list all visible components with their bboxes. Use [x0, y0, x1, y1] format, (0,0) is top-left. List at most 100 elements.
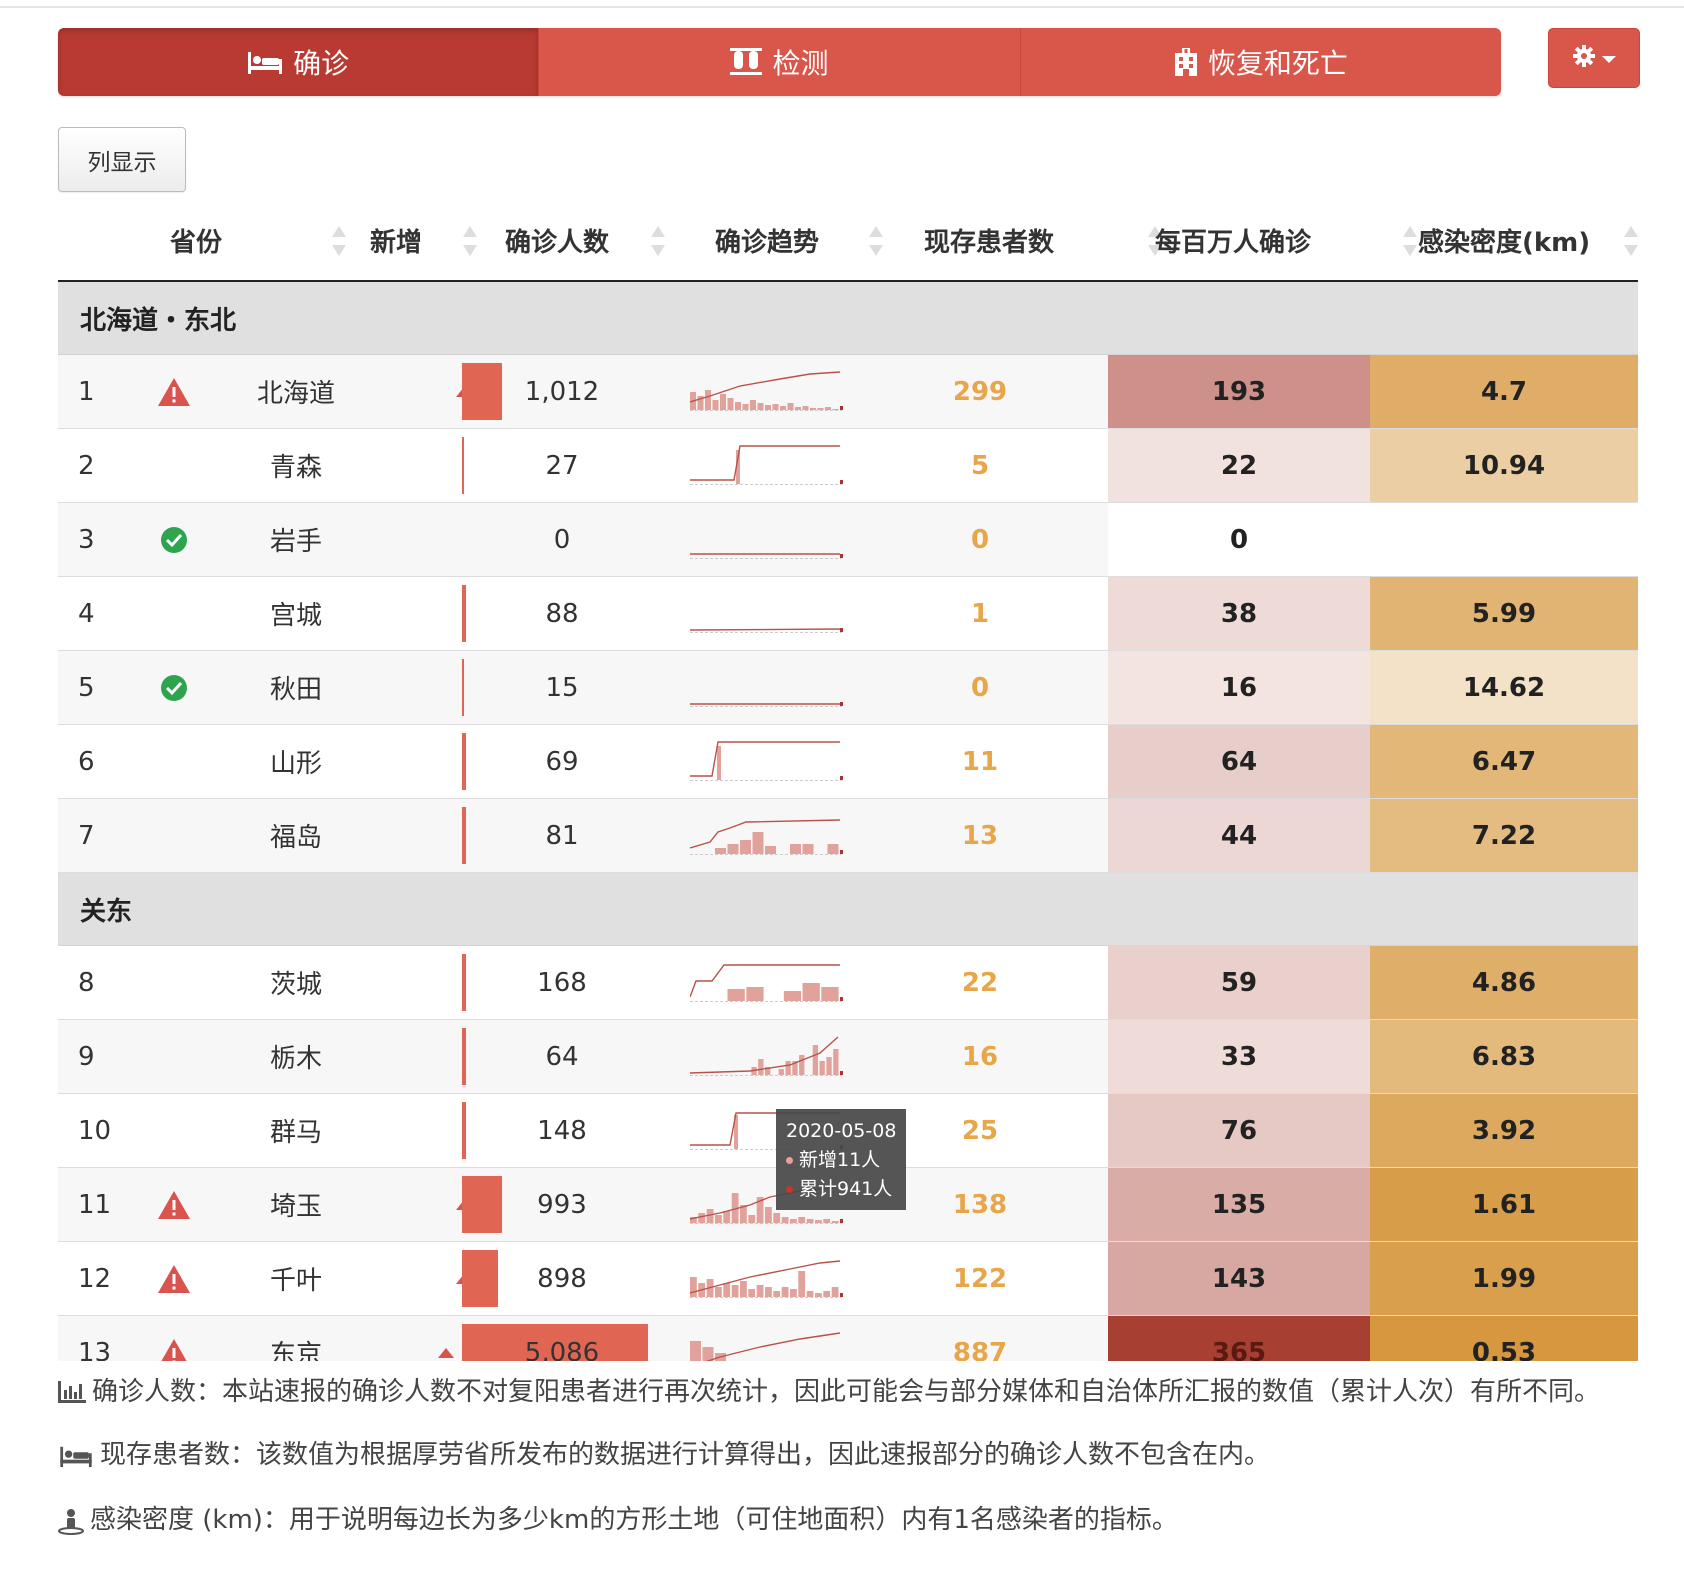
table-row[interactable]: 1北海道51,0122991934.7 — [58, 355, 1638, 429]
note-text: 确诊人数：本站速报的确诊人数不对复阳患者进行再次统计，因此可能会与部分媒体和自治… — [92, 1377, 1601, 1407]
sort-icon — [463, 226, 477, 256]
trend-sparkline[interactable] — [690, 355, 856, 428]
table-row[interactable]: 2 青森 27 5 22 10.94 — [58, 429, 1638, 503]
confirmed-value: 5,086 — [524, 1337, 600, 1362]
tab-recovery-death[interactable]: 恢复和死亡 — [1019, 28, 1501, 96]
header-province[interactable]: 省份 — [170, 200, 346, 280]
province-name[interactable]: 北海道 — [208, 355, 384, 428]
confirmed-bar — [462, 1028, 466, 1085]
rank-cell: 13 — [78, 1337, 112, 1362]
header-trend[interactable]: 确诊趋势 — [715, 200, 883, 280]
table-row[interactable]: 3 岩手 0 0 0 — [58, 503, 1638, 577]
confirmed-cell: 993 — [462, 1168, 662, 1241]
table-row[interactable]: 9 栃木 64 16 33 6.83 — [58, 1020, 1638, 1094]
active-cases-value: 0 — [970, 672, 990, 703]
province-name[interactable]: 群马 — [208, 1094, 384, 1167]
per-million-value: 76 — [1108, 1094, 1370, 1167]
table-row[interactable]: 4 宫城 88 1 38 5.99 — [58, 577, 1638, 651]
trend-sparkline[interactable] — [690, 946, 856, 1019]
province-name[interactable]: 宫城 — [208, 577, 384, 650]
province-name[interactable]: 岩手 — [208, 503, 384, 576]
density-value: 1.61 — [1370, 1168, 1638, 1241]
confirmed-cell: 69 — [462, 725, 662, 798]
province-name[interactable]: 东京 — [208, 1316, 384, 1361]
trend-sparkline[interactable] — [690, 1242, 856, 1315]
tab-confirmed[interactable]: 确诊 — [58, 28, 539, 96]
rank-cell: 2 — [78, 450, 95, 481]
person-icon — [58, 1500, 90, 1547]
trend-sparkline[interactable] — [690, 1316, 856, 1361]
trend-sparkline[interactable] — [690, 725, 856, 798]
trend-sparkline[interactable] — [690, 1020, 856, 1093]
province-name[interactable]: 山形 — [208, 725, 384, 798]
header-active[interactable]: 现存患者数 — [924, 200, 1162, 280]
table-row[interactable]: 12千叶38981221431.99 — [58, 1242, 1638, 1316]
confirmed-value: 1,012 — [524, 376, 600, 407]
note-active: 现存患者数：该数值为根据厚劳省所发布的数据进行计算得出，因此速报部分的确诊人数不… — [58, 1435, 1638, 1480]
confirmed-cell: 15 — [462, 651, 662, 724]
header-new[interactable]: 新增 — [370, 200, 510, 280]
new-dot-icon — [786, 1157, 793, 1164]
province-name[interactable]: 秋田 — [208, 651, 384, 724]
trend-sparkline[interactable] — [690, 577, 856, 650]
density-value: 3.92 — [1370, 1094, 1638, 1167]
confirmed-cell: 81 — [462, 799, 662, 872]
per-million-value: 193 — [1108, 355, 1370, 428]
confirmed-bar — [462, 437, 464, 494]
rank-cell: 11 — [78, 1189, 112, 1220]
column-display-button[interactable]: 列显示 — [58, 127, 186, 192]
table-row[interactable]: 6 山形 69 11 64 6.47 — [58, 725, 1638, 799]
active-cases-value: 11 — [961, 746, 999, 777]
density-value: 4.86 — [1370, 946, 1638, 1019]
province-name[interactable]: 埼玉 — [208, 1168, 384, 1241]
trend-sparkline[interactable] — [690, 799, 856, 872]
note-confirmed: 确诊人数：本站速报的确诊人数不对复阳患者进行再次统计，因此可能会与部分媒体和自治… — [58, 1372, 1638, 1415]
header-density[interactable]: 感染密度(km) — [1418, 200, 1638, 280]
confirmed-bar — [462, 807, 466, 864]
rank-cell: 9 — [78, 1041, 95, 1072]
province-name[interactable]: 茨城 — [208, 946, 384, 1019]
active-cases-value: 25 — [961, 1115, 999, 1146]
table-row[interactable]: 8 茨城 168 22 59 4.86 — [58, 946, 1638, 1020]
confirmed-bar — [462, 1102, 466, 1159]
confirmed-value: 69 — [545, 746, 579, 777]
table-row[interactable]: 7 福岛 81 13 44 7.22 — [58, 799, 1638, 873]
province-name[interactable]: 青森 — [208, 429, 384, 502]
active-cases-value: 122 — [952, 1263, 1008, 1294]
active-cases-value: 887 — [952, 1337, 1008, 1362]
sparkline-tooltip: 2020-05-08 新增11人 累计941人 — [776, 1109, 906, 1210]
per-million-value: 22 — [1108, 429, 1370, 502]
trend-sparkline[interactable] — [690, 503, 856, 576]
table-row[interactable]: 5 秋田 15 0 16 14.62 — [58, 651, 1638, 725]
trend-sparkline[interactable] — [690, 651, 856, 724]
warning-icon — [154, 355, 194, 428]
per-million-value: 143 — [1108, 1242, 1370, 1315]
confirmed-bar — [462, 659, 464, 716]
table-header: 省份 新增 确诊人数 确诊趋势 现存患者数 每百万人确诊 感染密度(km) — [58, 200, 1638, 282]
sort-icon — [332, 226, 346, 256]
total-dot-icon — [786, 1186, 793, 1193]
confirmed-bar — [462, 1176, 502, 1233]
active-cases-value: 0 — [970, 524, 990, 555]
header-per-million[interactable]: 每百万人确诊 — [1155, 200, 1417, 280]
status-empty — [154, 1020, 194, 1093]
chevron-down-icon — [1602, 49, 1616, 68]
group-header: 北海道・东北 — [58, 282, 1638, 355]
tab-tests[interactable]: 检测 — [538, 28, 1020, 96]
trend-sparkline[interactable] — [690, 429, 856, 502]
active-cases-value: 138 — [952, 1189, 1008, 1220]
table-row[interactable]: 13东京115,0868873650.53 — [58, 1316, 1638, 1361]
per-million-value: 365 — [1108, 1316, 1370, 1361]
sort-icon — [651, 226, 665, 256]
province-name[interactable]: 福岛 — [208, 799, 384, 872]
province-name[interactable]: 栃木 — [208, 1020, 384, 1093]
province-name[interactable]: 千叶 — [208, 1242, 384, 1315]
status-empty — [154, 799, 194, 872]
header-confirmed[interactable]: 确诊人数 — [505, 200, 665, 280]
density-value: 0.53 — [1370, 1316, 1638, 1361]
bed-icon — [247, 49, 283, 75]
per-million-value: 33 — [1108, 1020, 1370, 1093]
rank-cell: 7 — [78, 820, 95, 851]
settings-dropdown-button[interactable] — [1548, 28, 1640, 88]
density-value: 1.99 — [1370, 1242, 1638, 1315]
